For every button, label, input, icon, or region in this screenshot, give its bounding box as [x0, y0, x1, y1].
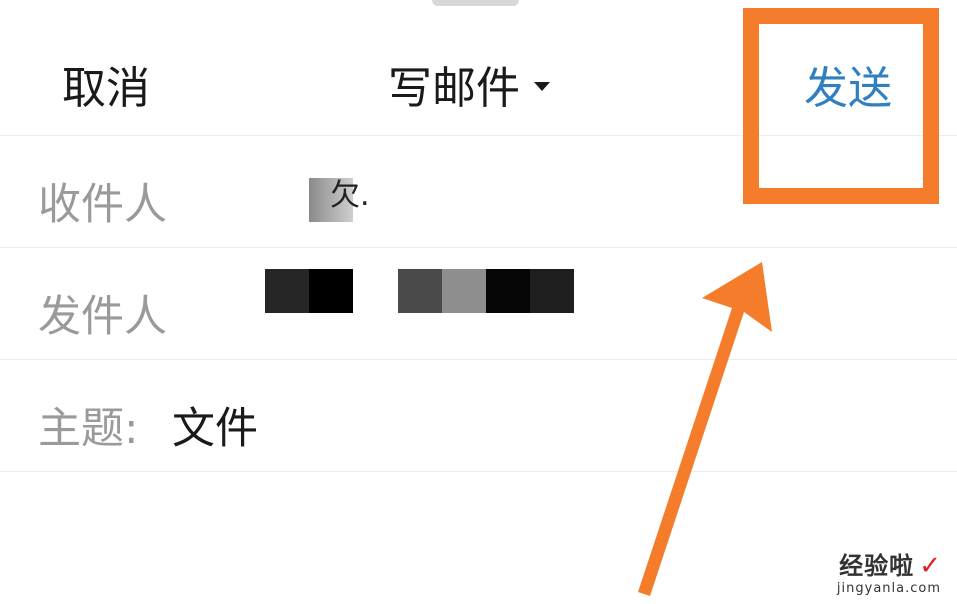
- cancel-button[interactable]: 取消: [62, 52, 150, 116]
- recipient-fragment: 欠.: [330, 178, 370, 213]
- sender-redaction: [398, 269, 442, 313]
- subject-row[interactable]: 主题: 文件: [0, 360, 957, 471]
- arrow-up-right-icon: [638, 262, 772, 596]
- sender-redaction: [442, 269, 486, 313]
- annotation-arrow-shape: [638, 262, 772, 596]
- sender-redaction: [486, 269, 530, 313]
- sender-redaction: [265, 269, 309, 313]
- sender-label: 发件人: [38, 292, 167, 342]
- subject-value[interactable]: 文件: [172, 394, 258, 456]
- divider: [0, 471, 957, 472]
- compose-title-label: 写邮件: [388, 63, 520, 114]
- watermark-brand: 经验啦: [839, 552, 915, 580]
- watermark: 经验啦 ✓ jingyanla.com: [837, 546, 941, 596]
- sender-redaction: [309, 269, 353, 313]
- check-icon: ✓: [919, 551, 941, 581]
- recipient-label: 收件人: [38, 180, 167, 230]
- caret-down-icon: [534, 81, 550, 91]
- compose-title[interactable]: 写邮件: [388, 52, 550, 116]
- subject-label: 主题:: [38, 404, 139, 454]
- watermark-url: jingyanla.com: [836, 581, 941, 596]
- sender-redaction: [530, 269, 574, 313]
- send-highlight-box: [743, 8, 939, 204]
